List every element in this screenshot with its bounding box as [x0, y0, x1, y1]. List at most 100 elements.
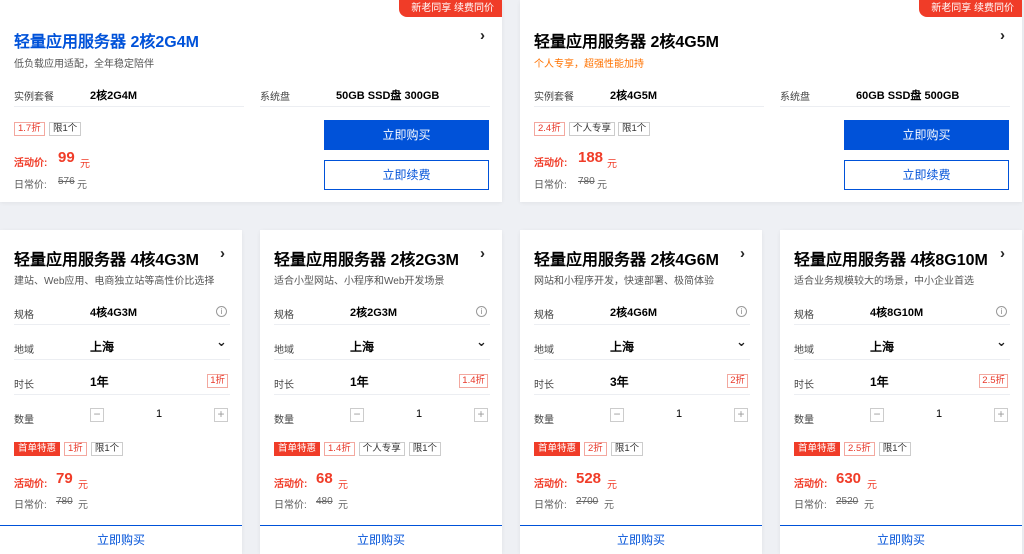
quantity-value[interactable]: 1: [936, 408, 942, 420]
chevron-down-icon[interactable]: ⌄: [736, 334, 747, 350]
chevron-right-icon[interactable]: ›: [1000, 245, 1005, 262]
info-icon[interactable]: i: [996, 306, 1007, 317]
quantity-decrease-button[interactable]: −: [870, 408, 884, 422]
product-card-top-2: 新老同享 续费同价 轻量应用服务器 2核4G5M › 个人专享，超强性能加持 实…: [520, 0, 1022, 202]
duration-discount-tag: 2折: [727, 374, 748, 388]
buy-button[interactable]: 立即购买: [324, 120, 489, 150]
quantity-value[interactable]: 1: [676, 408, 682, 420]
card-subtitle: 网站和小程序开发，快速部署、极简体验: [534, 276, 714, 287]
chevron-down-icon[interactable]: ⌄: [216, 334, 227, 350]
disk-label: 系统盘: [780, 92, 810, 103]
info-icon[interactable]: i: [476, 306, 487, 317]
divider: [794, 324, 1010, 325]
original-price-unit: 元: [78, 500, 88, 511]
divider: [14, 394, 230, 395]
chevron-right-icon[interactable]: ›: [1000, 27, 1005, 44]
divider: [260, 106, 490, 107]
tags-row: 首单特惠 2折 限1个: [534, 442, 644, 456]
quantity-increase-button[interactable]: +: [474, 408, 488, 422]
promo-ribbon: 新老同享 续费同价: [399, 0, 502, 17]
original-price-label: 日常价:: [14, 180, 47, 191]
card-title[interactable]: 轻量应用服务器 2核2G3M: [274, 246, 474, 270]
duration-select[interactable]: 3年: [610, 373, 629, 390]
price-value: 79: [56, 470, 73, 487]
region-select[interactable]: 上海: [350, 338, 374, 355]
discount-tag: 1.4折: [324, 442, 355, 456]
price-value: 528: [576, 470, 602, 487]
spec-label: 实例套餐: [14, 92, 54, 103]
product-card-3: 轻量应用服务器 2核4G6M › 网站和小程序开发，快速部署、极简体验 规格 2…: [520, 230, 762, 554]
price-label: 活动价:: [14, 479, 48, 490]
renew-button[interactable]: 立即续费: [324, 160, 489, 190]
chevron-right-icon[interactable]: ›: [740, 245, 745, 262]
spec-label: 规格: [274, 310, 294, 321]
region-select[interactable]: 上海: [870, 338, 894, 355]
tags-row: 首单特惠 1.4折 个人专享 限1个: [274, 442, 442, 456]
quantity-label: 数量: [14, 415, 34, 426]
quantity-decrease-button[interactable]: −: [610, 408, 624, 422]
price-value: 68: [316, 470, 333, 487]
quantity-increase-button[interactable]: +: [734, 408, 748, 422]
info-icon[interactable]: i: [736, 306, 747, 317]
region-label: 地域: [534, 345, 554, 356]
original-price-unit: 元: [604, 500, 614, 511]
original-price: 780: [56, 496, 73, 507]
original-price: 576: [58, 176, 75, 187]
spec-value: 2核2G4M: [90, 90, 138, 102]
duration-select[interactable]: 1年: [870, 373, 889, 390]
divider: [534, 324, 750, 325]
quantity-decrease-button[interactable]: −: [90, 408, 104, 422]
duration-label: 时长: [794, 380, 814, 391]
quantity-value[interactable]: 1: [416, 408, 422, 420]
card-subtitle: 低负载应用适配，全年稳定陪伴: [14, 59, 154, 70]
price-value: 630: [836, 470, 862, 487]
limit-tag: 限1个: [49, 122, 82, 136]
quantity-increase-button[interactable]: +: [994, 408, 1008, 422]
product-card-1: 轻量应用服务器 4核4G3M › 建站、Web应用、电商独立站等高性价比选择 规…: [0, 230, 242, 554]
price-unit: 元: [607, 159, 617, 170]
buy-button[interactable]: 立即购买: [520, 525, 762, 554]
card-subtitle: 适合小型网站、小程序和Web开发场景: [274, 276, 445, 287]
divider: [274, 394, 490, 395]
chevron-right-icon[interactable]: ›: [480, 245, 485, 262]
region-select[interactable]: 上海: [90, 338, 114, 355]
price-unit: 元: [607, 480, 617, 491]
card-title[interactable]: 轻量应用服务器 2核2G4M: [14, 28, 454, 52]
disk-value: 50GB SSD盘 300GB: [336, 90, 440, 102]
divider: [274, 324, 490, 325]
buy-button[interactable]: 立即购买: [260, 525, 502, 554]
renew-button[interactable]: 立即续费: [844, 160, 1009, 190]
quantity-increase-button[interactable]: +: [214, 408, 228, 422]
chevron-down-icon[interactable]: ⌄: [476, 334, 487, 350]
buy-button[interactable]: 立即购买: [780, 525, 1022, 554]
chevron-down-icon[interactable]: ⌄: [996, 334, 1007, 350]
duration-select[interactable]: 1年: [350, 373, 369, 390]
divider: [14, 324, 230, 325]
card-title[interactable]: 轻量应用服务器 4核8G10M: [794, 246, 994, 270]
chevron-right-icon[interactable]: ›: [480, 27, 485, 44]
spec-label: 规格: [14, 310, 34, 321]
spec-value: 2核2G3M: [350, 307, 398, 319]
duration-discount-tag: 2.5折: [979, 374, 1008, 388]
original-price-unit: 元: [77, 180, 87, 191]
region-select[interactable]: 上海: [610, 338, 634, 355]
buy-button[interactable]: 立即购买: [0, 525, 242, 554]
divider: [534, 394, 750, 395]
price-label: 活动价:: [274, 479, 308, 490]
card-title[interactable]: 轻量应用服务器 2核4G5M: [534, 28, 974, 52]
quantity-decrease-button[interactable]: −: [350, 408, 364, 422]
buy-button[interactable]: 立即购买: [844, 120, 1009, 150]
card-title[interactable]: 轻量应用服务器 4核4G3M: [14, 246, 214, 270]
original-price: 780: [578, 176, 595, 187]
spec-label: 规格: [794, 310, 814, 321]
spec-value: 2核4G5M: [610, 90, 658, 102]
tag: 限1个: [610, 442, 644, 456]
divider: [534, 106, 764, 107]
quantity-value[interactable]: 1: [156, 408, 162, 420]
promo-ribbon: 新老同享 续费同价: [919, 0, 1022, 17]
duration-select[interactable]: 1年: [90, 373, 109, 390]
divider: [14, 106, 244, 107]
info-icon[interactable]: i: [216, 306, 227, 317]
card-title[interactable]: 轻量应用服务器 2核4G6M: [534, 246, 734, 270]
chevron-right-icon[interactable]: ›: [220, 245, 225, 262]
